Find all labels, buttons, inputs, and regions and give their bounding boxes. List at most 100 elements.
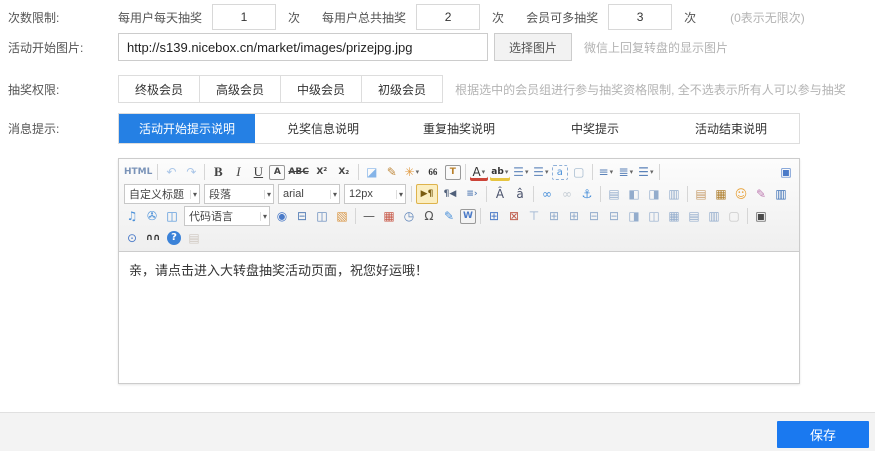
insert-date-icon[interactable]: ▦	[380, 207, 398, 225]
new-document-icon[interactable]: ▢	[570, 163, 588, 181]
insert-code-icon[interactable]: ◉	[273, 207, 291, 225]
daily-limit-input[interactable]	[212, 4, 276, 30]
member-junior-button[interactable]: 初级会员	[361, 75, 443, 103]
to-uppercase-icon[interactable]: Â	[491, 185, 509, 203]
insert-row-icon[interactable]: ⊞	[545, 207, 563, 225]
code-language-select[interactable]: 代码语言▾	[184, 206, 270, 226]
print-icon[interactable]: ▣	[752, 207, 770, 225]
start-image-url-input[interactable]	[118, 33, 488, 61]
auto-typeset-icon[interactable]: ✳▾	[403, 163, 421, 181]
background-settings-icon[interactable]: ▧	[333, 207, 351, 225]
justify-align-icon[interactable]: ≡▾	[597, 163, 615, 181]
insert-table-icon[interactable]: ⊞	[485, 207, 503, 225]
split-to-rows-icon[interactable]: ▤	[685, 207, 703, 225]
insert-column-icon[interactable]: ⊞	[565, 207, 583, 225]
direction-rtl-icon[interactable]: ¶◀	[440, 185, 460, 203]
tab-redeem-info[interactable]: 兑奖信息说明	[255, 114, 391, 143]
member-extra-field-label: 会员可多抽奖	[526, 9, 598, 26]
custom-title-select[interactable]: 自定义标题▾	[124, 184, 200, 204]
table-title-cell-icon[interactable]: ⊤	[525, 207, 543, 225]
subscript-icon[interactable]: X₂	[334, 163, 354, 181]
insert-link-icon[interactable]: ∞	[538, 185, 556, 203]
image-align-none-icon[interactable]: ▤	[605, 185, 623, 203]
total-limit-input[interactable]	[416, 4, 480, 30]
font-size-select[interactable]: 12px▾	[344, 184, 406, 204]
strikethrough-icon[interactable]: ABC	[287, 163, 309, 181]
tab-activity-start-tip[interactable]: 活动开始提示说明	[119, 114, 255, 143]
search-replace-icon[interactable]: ∩∩	[143, 229, 163, 247]
underline-icon[interactable]: U	[249, 163, 267, 181]
insert-music-icon[interactable]: ♫	[123, 207, 141, 225]
member-extra-input[interactable]	[608, 4, 672, 30]
save-button[interactable]: 保存	[777, 421, 869, 448]
horizontal-rule-icon[interactable]: —	[360, 207, 378, 225]
split-to-columns-icon[interactable]: ▥	[705, 207, 723, 225]
anchor-tag-icon[interactable]: a	[552, 165, 568, 180]
image-align-center-icon[interactable]: ▥	[665, 185, 683, 203]
preview-icon[interactable]: ⊙	[123, 229, 141, 247]
insert-video-icon[interactable]: ▥	[772, 185, 790, 203]
italic-icon[interactable]: I	[229, 163, 247, 181]
tab-activity-end[interactable]: 活动结束说明	[663, 114, 799, 143]
anchor-icon[interactable]: ⚓	[578, 185, 596, 203]
emoticon-icon[interactable]: ☺	[732, 185, 750, 203]
paragraph-spacing-icon[interactable]: ≣▾	[617, 163, 635, 181]
screen-capture-icon[interactable]: ✎	[440, 207, 458, 225]
html-source-icon[interactable]: HTML	[123, 163, 153, 181]
page-break-icon[interactable]: ⊟	[293, 207, 311, 225]
choose-image-button[interactable]: 选择图片	[494, 33, 572, 61]
special-characters-icon[interactable]: Ω	[420, 207, 438, 225]
blockquote-icon[interactable]: 66	[423, 163, 443, 181]
merge-cells-right-icon[interactable]: ◨	[625, 207, 643, 225]
format-eraser-icon[interactable]: ◪	[363, 163, 381, 181]
direction-ltr-icon[interactable]: ▶¶	[416, 184, 438, 204]
scrawl-icon[interactable]: ✎	[752, 185, 770, 203]
attachment-icon[interactable]: ✇	[143, 207, 161, 225]
document-icon[interactable]: ▢	[725, 207, 743, 225]
delete-column-icon[interactable]: ⊟	[605, 207, 623, 225]
member-middle-button[interactable]: 中级会员	[280, 75, 362, 103]
undo-icon[interactable]: ↶	[162, 163, 180, 181]
paste-as-text-icon[interactable]: T	[445, 165, 461, 180]
to-lowercase-icon[interactable]: â	[511, 185, 529, 203]
clear-format-brush-icon[interactable]: ✎	[383, 163, 401, 181]
snapshot-icon[interactable]: ▤	[692, 185, 710, 203]
editor-content-area[interactable]: 亲，请点击进入大转盘抽奖活动页面，祝您好运哦！	[119, 252, 799, 383]
insert-flash-icon[interactable]: ◫	[163, 207, 181, 225]
superscript-icon[interactable]: X²	[312, 163, 332, 181]
merge-cells-down-icon[interactable]: ◫	[645, 207, 663, 225]
insert-time-icon[interactable]: ◷	[400, 207, 418, 225]
image-align-right-icon[interactable]: ◨	[645, 185, 663, 203]
insert-image-icon[interactable]: ▦	[712, 185, 730, 203]
ordered-list-icon[interactable]: ☰▾	[512, 163, 530, 181]
tab-repeat-draw[interactable]: 重复抽奖说明	[391, 114, 527, 143]
font-color-icon[interactable]: A▾	[470, 163, 488, 181]
delete-row-icon[interactable]: ⊟	[585, 207, 603, 225]
toolbar-separator	[533, 186, 534, 202]
indent-icon[interactable]: ≡›	[462, 185, 482, 203]
image-align-left-icon[interactable]: ◧	[625, 185, 643, 203]
unlink-icon[interactable]: ∞	[558, 185, 576, 203]
toolbar-separator	[747, 208, 748, 224]
word-image-icon[interactable]: W	[460, 209, 476, 224]
start-image-hint: 微信上回复转盘的显示图片	[584, 39, 728, 56]
line-spacing-icon[interactable]: ☰▾	[637, 163, 655, 181]
fullscreen-icon[interactable]: ▣	[777, 163, 795, 181]
redo-icon[interactable]: ↷	[182, 163, 200, 181]
member-ultimate-button[interactable]: 终极会员	[118, 75, 200, 103]
merge-cells-icon[interactable]: ▦	[665, 207, 683, 225]
daily-limit-field-label: 每用户每天抽奖	[118, 9, 202, 26]
toolbar-separator	[687, 186, 688, 202]
unordered-list-icon[interactable]: ☰▾	[532, 163, 550, 181]
delete-table-icon[interactable]: ⊠	[505, 207, 523, 225]
font-family-select[interactable]: arial▾	[278, 184, 340, 204]
drafts-icon[interactable]: ▤	[185, 229, 203, 247]
font-border-icon[interactable]: A	[269, 165, 285, 180]
paragraph-format-select[interactable]: 段落▾	[204, 184, 274, 204]
bold-icon[interactable]: B	[209, 163, 227, 181]
background-color-icon[interactable]: ab▾	[490, 163, 510, 181]
help-icon[interactable]: ?	[167, 231, 181, 245]
insert-iframe-icon[interactable]: ◫	[313, 207, 331, 225]
member-senior-button[interactable]: 高级会员	[199, 75, 281, 103]
tab-winning-tip[interactable]: 中奖提示	[527, 114, 663, 143]
